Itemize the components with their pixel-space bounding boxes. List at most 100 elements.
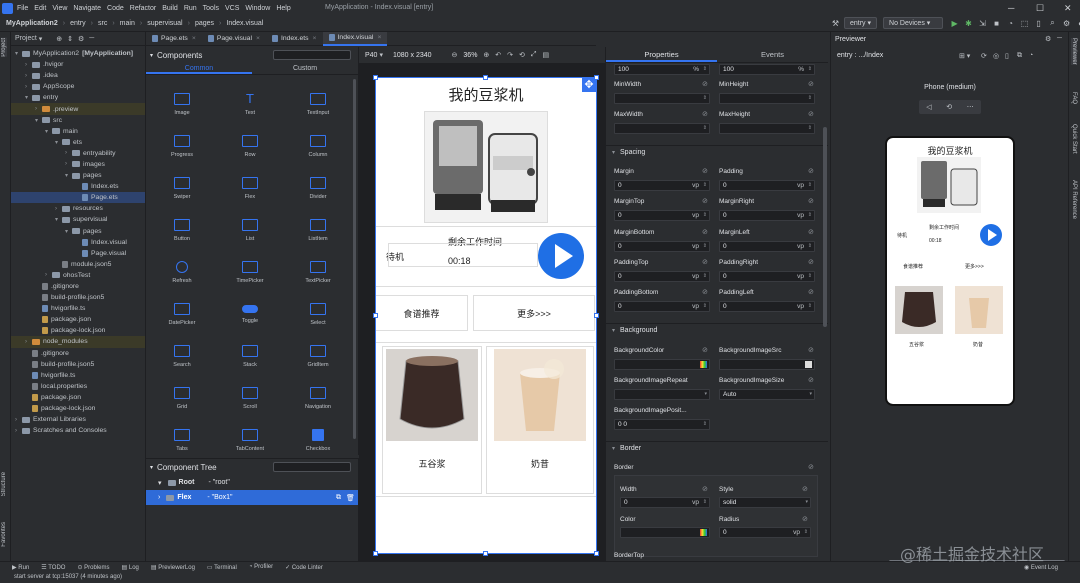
link-icon[interactable]: ⊘ (808, 228, 814, 236)
resize-handle[interactable] (373, 75, 378, 80)
link-icon[interactable]: ⊘ (702, 258, 708, 266)
tree-item[interactable]: Index.ets (11, 181, 145, 192)
chevron-icon[interactable]: › (65, 150, 72, 156)
chevron-icon[interactable]: ▾ (65, 228, 72, 235)
refresh-icon[interactable]: ⟳ (981, 52, 987, 60)
spacing-section[interactable]: ▾ Spacing (606, 145, 828, 159)
run-icon[interactable]: ▶ (949, 19, 960, 28)
structure-tool-tab[interactable]: Structure (1, 472, 7, 496)
menu-build[interactable]: Build (162, 5, 178, 12)
link-icon[interactable]: ⊘ (802, 515, 808, 523)
color-picker-icon[interactable] (700, 529, 707, 536)
codelinter-tool-button[interactable]: ✓ Code Linter (285, 564, 323, 571)
undo-icon[interactable]: ↶ (495, 51, 501, 59)
component-grid[interactable]: Grid (148, 377, 216, 419)
tree-item[interactable]: hvigorfile.ts (11, 303, 145, 314)
log-tool-button[interactable]: ▤ Log (122, 564, 139, 571)
hammer-icon[interactable]: ⚒ (830, 19, 841, 28)
tree-item[interactable]: package-lock.json (11, 325, 145, 336)
tree-item[interactable]: › .preview (11, 103, 145, 115)
problems-tool-button[interactable]: ⊙ Problems (77, 564, 109, 571)
component-textinput[interactable]: TextInput (284, 83, 352, 125)
chevron-icon[interactable]: › (65, 161, 72, 167)
tree-item[interactable]: ▾ entry (11, 92, 145, 103)
menu-code[interactable]: Code (107, 5, 124, 12)
border-radius-input[interactable]: 0 vp ⇕ (719, 527, 811, 538)
component-search[interactable]: Search (148, 335, 216, 377)
component-navigation[interactable]: Navigation (284, 377, 352, 419)
tree-item[interactable]: .gitignore (11, 281, 145, 292)
close-tab-icon[interactable]: × (256, 35, 260, 42)
padding-input[interactable]: 0 vp ⇕ (719, 180, 815, 191)
preview-status[interactable]: 待机 (897, 232, 907, 239)
preview-remaining[interactable]: 剩余工作时间 (929, 224, 959, 231)
stop-icon[interactable]: ■ (991, 19, 1002, 28)
rotate-icon[interactable]: ⟲ (519, 51, 525, 59)
preview-app-title[interactable]: 我的豆浆机 (887, 144, 1013, 157)
layout-icon[interactable]: ⊞ ▾ (959, 52, 970, 60)
resize-handle[interactable] (483, 75, 488, 80)
link-icon[interactable]: ⊘ (808, 167, 814, 175)
link-icon[interactable]: ⊘ (702, 346, 708, 354)
minheight-input[interactable]: ⇕ (719, 93, 815, 104)
tree-item[interactable]: ▾ pages (11, 226, 145, 237)
tab-index-visual[interactable]: Index.visual × (322, 31, 388, 46)
breadcrumb-project[interactable]: MyApplication2 (6, 20, 58, 27)
delete-icon[interactable]: 🗑 (346, 494, 355, 502)
component-column[interactable]: Column (284, 125, 352, 167)
quick-start-tool-tab[interactable]: Quick Start (1071, 124, 1077, 154)
tab-events[interactable]: Events (717, 47, 828, 62)
device-select[interactable]: No Devices ▾ (883, 17, 944, 29)
chevron-icon[interactable]: › (25, 84, 32, 90)
menu-vcs[interactable]: VCS (225, 5, 239, 12)
tree-item[interactable]: package-lock.json (11, 403, 145, 414)
border-style-select[interactable]: solid ▾ (719, 497, 811, 508)
component-select[interactable]: Select (284, 293, 352, 335)
resize-handle[interactable] (594, 551, 599, 556)
component-griditem[interactable]: GridItem (284, 335, 352, 377)
hide-icon[interactable]: ─ (1057, 35, 1062, 42)
preview-item-image[interactable] (895, 286, 943, 334)
link-icon[interactable]: ⊘ (808, 346, 814, 354)
menu-edit[interactable]: Edit (34, 5, 46, 12)
settings-icon[interactable]: ⚙ (1061, 19, 1072, 28)
resize-handle[interactable] (373, 551, 378, 556)
gear-icon[interactable]: ⚙ (1045, 35, 1051, 43)
tree-item[interactable]: hvigorfile.ts (11, 370, 145, 381)
move-handle-icon[interactable]: ✥ (582, 78, 596, 92)
link-icon[interactable]: ⊘ (702, 167, 708, 175)
component-button[interactable]: Button (148, 209, 216, 251)
marginbottom-input[interactable]: 0 vp ⇕ (614, 241, 710, 252)
height-input[interactable]: 100% ⇕ (719, 64, 815, 75)
link-icon[interactable]: ⊘ (802, 485, 808, 493)
debug-icon[interactable]: ✱ (963, 19, 974, 28)
todo-tool-button[interactable]: ☰ TODO (41, 564, 65, 571)
bgimagepos-input[interactable]: 0 0 ⇕ (614, 419, 710, 430)
breadcrumb-supervisual[interactable]: supervisual (147, 20, 182, 27)
product-card-1[interactable]: 五谷浆 (382, 346, 482, 494)
component-checkbox[interactable]: Checkbox (284, 419, 352, 461)
link-icon[interactable]: ⊘ (702, 288, 708, 296)
multi-device-icon[interactable]: ⧉ (1017, 52, 1022, 60)
paddingbottom-input[interactable]: 0 vp ⇕ (614, 301, 710, 312)
close-tab-icon[interactable]: × (313, 35, 317, 42)
resize-handle[interactable] (594, 75, 599, 80)
bgimagerepeat-select[interactable]: ▾ (614, 389, 710, 400)
chevron-icon[interactable]: › (15, 428, 22, 434)
preview-recipes-button[interactable]: 食谱推荐 (903, 263, 923, 270)
component-image[interactable]: Image (148, 83, 216, 125)
attach-icon[interactable]: ⇲ (977, 19, 988, 28)
device-manager-icon[interactable]: ▯ (1033, 19, 1044, 28)
locate-icon[interactable]: ⊕ (56, 35, 62, 43)
link-icon[interactable]: ⊘ (702, 485, 708, 493)
preview-more-button[interactable]: 更多>>> (965, 263, 984, 270)
minwidth-input[interactable]: ⇕ (614, 93, 710, 104)
link-icon[interactable]: ⊘ (808, 463, 814, 471)
run-config-select[interactable]: entry ▾ (844, 17, 878, 29)
tree-item[interactable]: ▾ pages (11, 170, 145, 181)
profiler-tool-button[interactable]: ◔ Profiler (249, 564, 273, 570)
tree-item[interactable]: › .hvigor (11, 59, 145, 70)
tree-item[interactable]: Index.visual (11, 237, 145, 248)
component-divider[interactable]: Divider (284, 167, 352, 209)
paddingtop-input[interactable]: 0 vp ⇕ (614, 271, 710, 282)
